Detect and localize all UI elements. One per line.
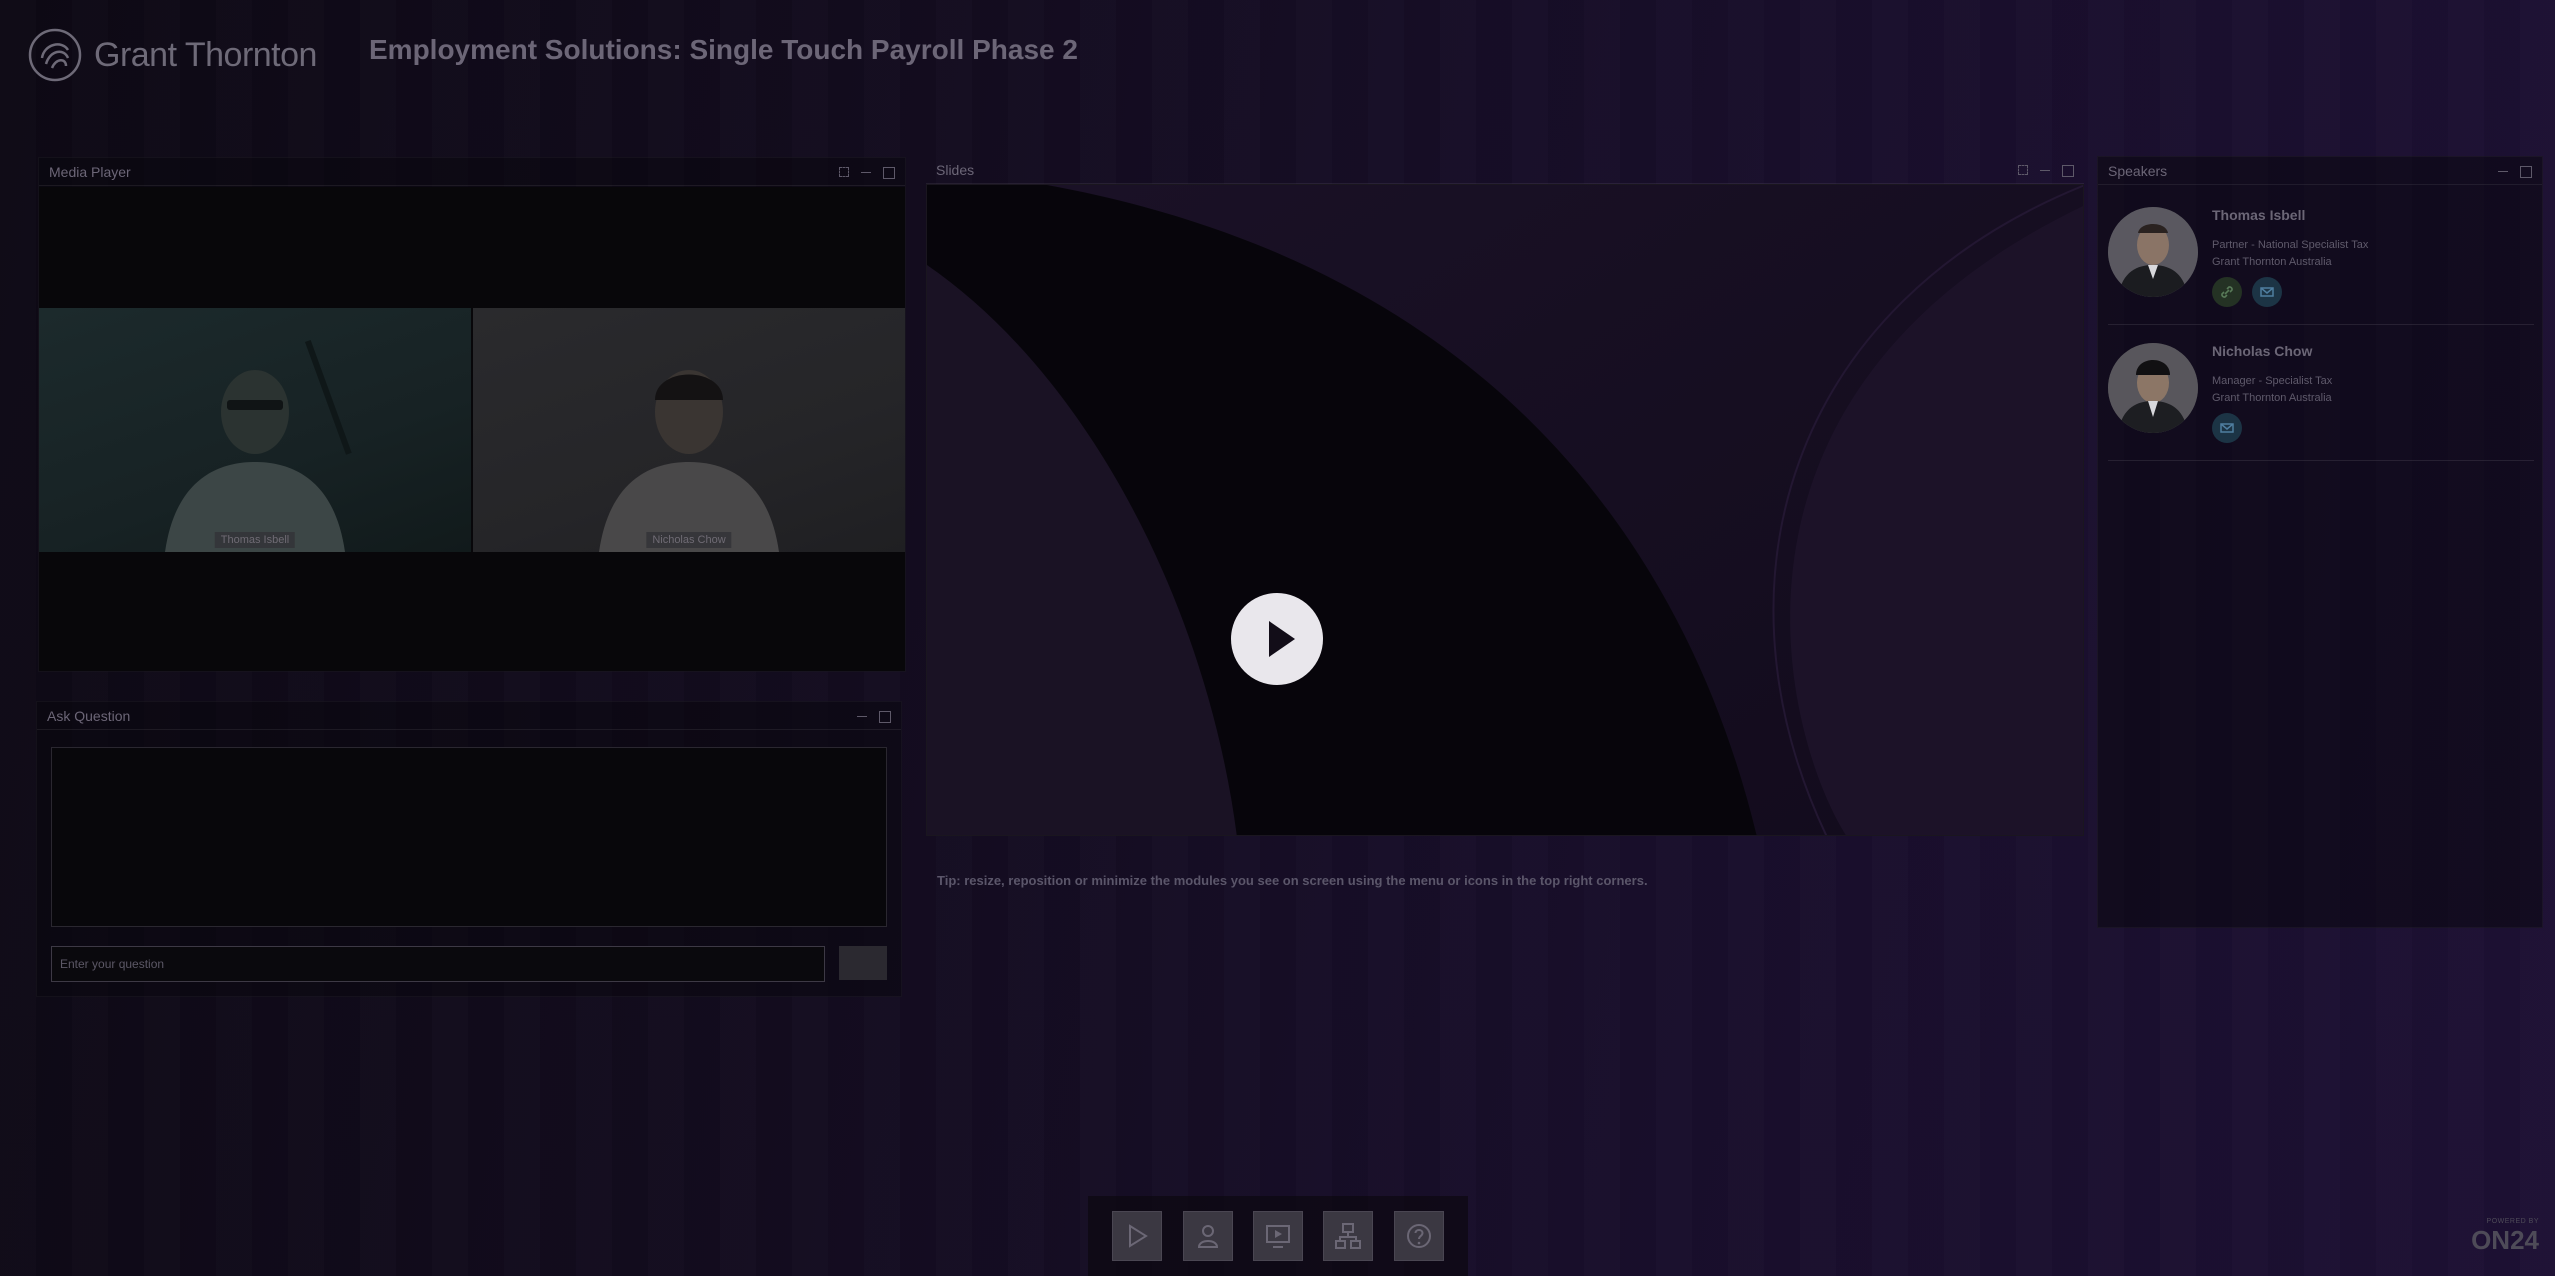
panel-header: Media Player — [39, 158, 905, 186]
panel-title: Ask Question — [47, 707, 131, 724]
panel-title: Speakers — [2108, 162, 2168, 179]
fullscreen-icon[interactable] — [2016, 163, 2030, 177]
ask-question-panel: Ask Question — [36, 701, 902, 997]
minimize-icon[interactable] — [2038, 163, 2052, 177]
speakers-panel: Speakers Thomas Isbell Partner - Nationa… — [2097, 156, 2543, 928]
panel-header: Speakers — [2098, 157, 2542, 185]
speaker-organization: Grant Thornton Australia — [2212, 392, 2332, 404]
speaker-card: Nicholas Chow Manager - Specialist Tax G… — [2108, 331, 2534, 461]
network-icon — [1335, 1223, 1362, 1249]
slide-viewer — [926, 184, 2084, 836]
panel-title: Media Player — [49, 163, 131, 180]
question-history-area — [51, 747, 887, 927]
speaker-card: Thomas Isbell Partner - National Special… — [2108, 195, 2534, 325]
speaker-name: Nicholas Chow — [2212, 343, 2313, 359]
speakers-dock-button[interactable] — [1182, 1211, 1233, 1261]
fullscreen-icon[interactable] — [837, 165, 851, 179]
submit-question-button[interactable] — [839, 946, 887, 980]
avatar — [2108, 343, 2198, 433]
speaker-role: Manager - Specialist Tax — [2212, 375, 2333, 387]
brand-name: Grant Thornton — [94, 35, 317, 74]
play-icon — [1129, 1224, 1149, 1248]
tip-text: Tip: resize, reposition or minimize the … — [937, 873, 1648, 888]
minimize-icon[interactable] — [859, 165, 873, 179]
powered-by-logo: POWERED BY ON24 — [2471, 1218, 2539, 1256]
slides-icon — [1265, 1225, 1290, 1248]
participant-video: Nicholas Chow — [473, 308, 905, 552]
participant-video: Thomas Isbell — [39, 308, 471, 552]
speaker-role: Partner - National Specialist Tax — [2212, 239, 2369, 251]
help-icon — [1406, 1224, 1431, 1248]
minimize-icon[interactable] — [855, 709, 869, 723]
on24-logo: ON24 — [2471, 1225, 2539, 1255]
question-input[interactable] — [51, 946, 825, 982]
maximize-icon[interactable] — [2518, 164, 2532, 178]
mail-icon[interactable] — [2212, 413, 2242, 443]
network-dock-button[interactable] — [1323, 1211, 1374, 1261]
link-icon[interactable] — [2212, 277, 2242, 307]
person-icon — [1197, 1225, 1218, 1248]
person-silhouette-icon — [165, 339, 352, 552]
mail-icon[interactable] — [2252, 277, 2282, 307]
panel-controls — [2016, 163, 2074, 177]
panel-header: Ask Question — [37, 702, 901, 730]
slides-panel: Slides — [926, 156, 2084, 836]
media-player-dock-button[interactable] — [1112, 1211, 1163, 1261]
panel-header: Slides — [926, 156, 2084, 184]
media-player-panel: Media Player Thomas Isbell Nicholas Chow — [38, 157, 906, 672]
video-area[interactable]: Thomas Isbell Nicholas Chow — [39, 187, 905, 671]
maximize-icon[interactable] — [881, 165, 895, 179]
speaker-links — [2212, 413, 2242, 443]
brand-logo: Grant Thornton — [28, 28, 317, 82]
maximize-icon[interactable] — [877, 709, 891, 723]
panel-controls — [2496, 164, 2532, 178]
speaker-organization: Grant Thornton Australia — [2212, 256, 2332, 268]
maximize-icon[interactable] — [2060, 163, 2074, 177]
participant-name-label: Thomas Isbell — [214, 532, 296, 548]
minimize-icon[interactable] — [2496, 164, 2510, 178]
avatar — [2108, 207, 2198, 297]
play-button[interactable] — [1231, 593, 1323, 685]
panel-title: Slides — [936, 161, 975, 178]
grant-thornton-logo-icon — [28, 28, 82, 82]
event-title: Employment Solutions: Single Touch Payro… — [369, 34, 1078, 65]
panel-controls — [855, 709, 891, 723]
powered-by-label: POWERED BY — [2486, 1218, 2539, 1225]
panel-controls — [837, 165, 895, 179]
participant-name-label: Nicholas Chow — [646, 532, 732, 548]
speaker-name: Thomas Isbell — [2212, 207, 2306, 223]
help-dock-button[interactable] — [1393, 1211, 1444, 1261]
module-dock — [1088, 1196, 1468, 1276]
slide-background-graphic — [927, 185, 2083, 835]
person-silhouette-icon — [599, 370, 779, 552]
speaker-links — [2212, 277, 2282, 307]
slides-dock-button[interactable] — [1252, 1211, 1303, 1261]
